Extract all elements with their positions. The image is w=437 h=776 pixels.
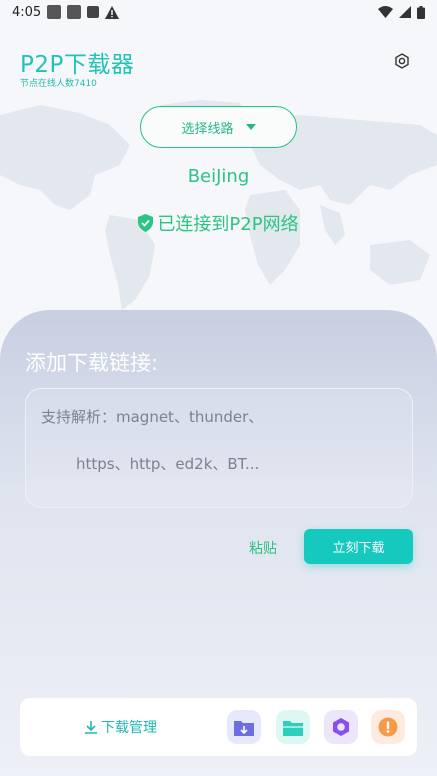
wifi-icon xyxy=(378,6,393,18)
battery-icon xyxy=(417,5,425,19)
alert-button[interactable] xyxy=(371,710,405,744)
notification-icon xyxy=(47,5,62,19)
route-select-label: 选择线路 xyxy=(181,121,234,137)
folder-button[interactable] xyxy=(276,710,310,744)
download-now-button[interactable]: 立刻下载 xyxy=(304,529,413,564)
shield-check-icon xyxy=(138,214,154,232)
location-label: BeiJing xyxy=(187,166,250,187)
app-title: P2P下载器 xyxy=(20,52,135,78)
chevron-down-icon xyxy=(245,124,256,130)
connection-status-text: 已连接到P2P网络 xyxy=(157,214,299,235)
status-bar: 4:05 xyxy=(0,0,437,24)
input-hint-line1: 支持解析：magnet、thunder、 xyxy=(41,408,264,426)
download-manager-label: 下载管理 xyxy=(101,720,157,736)
status-left: 4:05 xyxy=(12,4,120,20)
download-icon xyxy=(85,721,97,734)
signal-icon xyxy=(399,6,411,18)
status-time: 4:05 xyxy=(12,4,42,20)
folder-download-icon xyxy=(234,721,254,736)
route-select-dropdown[interactable]: 选择线路 xyxy=(140,106,297,148)
download-link-input[interactable]: 支持解析：magnet、thunder、 https、http、ed2k、BT.… xyxy=(25,388,413,508)
settings-hex-icon xyxy=(333,718,349,736)
app-notification-icon xyxy=(87,6,100,18)
panel-title: 添加下载链接: xyxy=(25,351,159,375)
input-hint-line2: https、http、ed2k、BT... xyxy=(76,455,260,473)
settings-icon[interactable] xyxy=(393,52,411,70)
paste-button[interactable]: 粘贴 xyxy=(249,538,277,558)
status-right xyxy=(378,5,425,19)
warning-icon xyxy=(105,5,120,19)
folder-icon xyxy=(283,720,303,736)
alert-icon xyxy=(378,717,398,737)
download-manager-link[interactable]: 下载管理 xyxy=(84,717,157,737)
connection-status: 已连接到P2P网络 xyxy=(0,210,437,236)
settings-hex-button[interactable] xyxy=(324,710,358,744)
online-nodes-count: 节点在线人数7410 xyxy=(20,79,97,89)
notification-icon xyxy=(67,5,82,19)
folder-download-button[interactable] xyxy=(227,710,261,744)
